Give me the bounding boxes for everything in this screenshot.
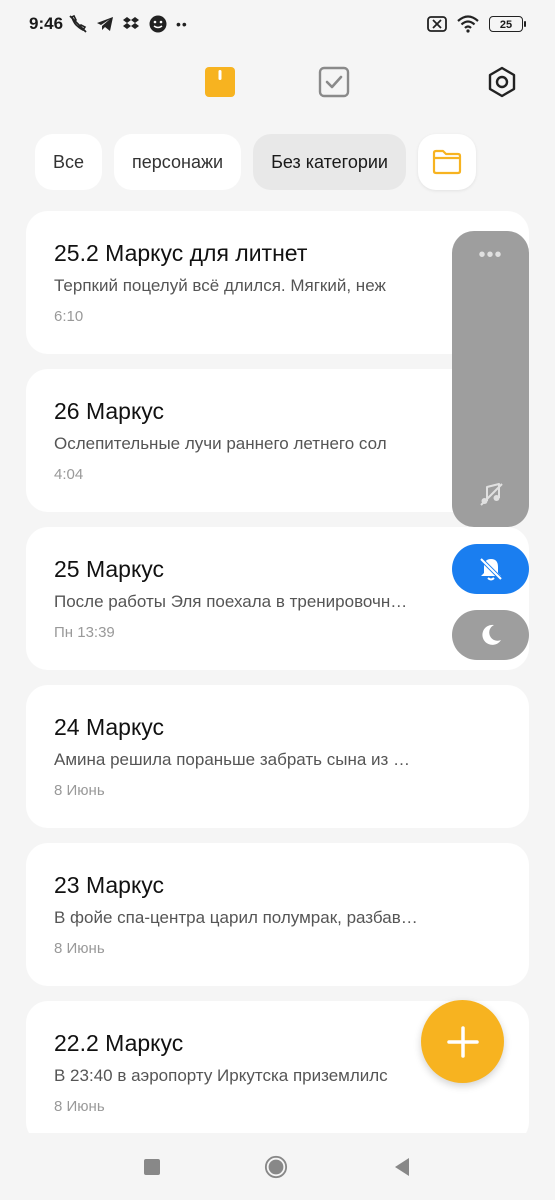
category-filters: Все персонажи Без категории bbox=[35, 134, 476, 190]
folder-button[interactable] bbox=[417, 134, 476, 190]
back-icon[interactable] bbox=[390, 1155, 414, 1179]
settings-gear-icon[interactable] bbox=[484, 64, 520, 100]
note-date: 8 Июнь bbox=[54, 940, 105, 957]
note-date: Пн 13:39 bbox=[54, 624, 115, 641]
status-time: 9:46 bbox=[29, 14, 64, 33]
notes-tab-icon[interactable] bbox=[202, 64, 238, 100]
plus-icon bbox=[446, 1025, 479, 1058]
chip-uncategorized-label: Без категории bbox=[271, 151, 388, 172]
moon-icon bbox=[481, 624, 501, 645]
wifi-icon bbox=[457, 15, 479, 33]
note-preview: В фойе спа-центра царил полумрак, разбав… bbox=[54, 908, 418, 927]
more-dots-icon: •• bbox=[176, 16, 188, 32]
note-preview: Амина решила пораньше забрать сына из … bbox=[54, 750, 411, 769]
sim-off-icon bbox=[427, 16, 447, 32]
chip-characters-label: персонажи bbox=[132, 151, 224, 172]
chip-all-label: Все bbox=[53, 151, 85, 172]
note-title: 24 Маркус bbox=[54, 714, 165, 740]
note-date: 4:04 bbox=[54, 466, 84, 483]
dropbox-icon bbox=[123, 17, 139, 29]
note-date: 6:10 bbox=[54, 308, 84, 325]
note-preview: Терпкий поцелуй всё длился. Мягкий, неж bbox=[54, 276, 386, 295]
top-nav bbox=[0, 56, 555, 106]
note-preview: После работы Эля поехала в тренировочн… bbox=[54, 592, 408, 611]
note-title: 25 Маркус bbox=[54, 556, 165, 582]
face-icon bbox=[149, 15, 167, 33]
silent-toggle-button[interactable] bbox=[452, 544, 529, 594]
note-title: 26 Маркус bbox=[54, 398, 165, 424]
status-right-icons: 25 bbox=[427, 12, 526, 36]
bell-off-icon bbox=[479, 557, 502, 581]
status-bar: 9:46 •• 25 bbox=[0, 0, 555, 48]
note-card[interactable]: 23 Маркус В фойе спа-центра царил полумр… bbox=[26, 843, 529, 986]
chip-all[interactable]: Все bbox=[35, 134, 103, 190]
folder-icon bbox=[432, 149, 462, 175]
panel-more-icon[interactable]: ••• bbox=[452, 245, 529, 265]
note-preview: Ослепительные лучи раннего летнего сол bbox=[54, 434, 387, 453]
note-card[interactable]: 25 Маркус После работы Эля поехала в тре… bbox=[26, 527, 529, 670]
telegram-icon bbox=[97, 17, 113, 31]
music-off-icon[interactable] bbox=[478, 481, 504, 507]
note-date: 8 Июнь bbox=[54, 782, 105, 799]
chip-uncategorized[interactable]: Без категории bbox=[253, 134, 406, 190]
tasks-tab-icon[interactable] bbox=[316, 64, 352, 100]
note-title: 23 Маркус bbox=[54, 872, 165, 898]
home-icon[interactable] bbox=[264, 1155, 288, 1179]
note-title: 25.2 Маркус для литнет bbox=[54, 240, 308, 266]
system-navigation-bar bbox=[0, 1133, 555, 1200]
floating-side-panel[interactable]: ••• bbox=[452, 231, 529, 527]
muted-call-icon bbox=[69, 14, 87, 33]
note-preview: В 23:40 в аэропорту Иркутска приземлилс bbox=[54, 1066, 388, 1085]
status-left-icons: •• bbox=[68, 12, 188, 36]
note-date: 8 Июнь bbox=[54, 1098, 105, 1115]
recent-apps-icon[interactable] bbox=[140, 1155, 164, 1179]
add-note-button[interactable] bbox=[421, 1000, 504, 1083]
chip-characters[interactable]: персонажи bbox=[114, 134, 242, 190]
battery-icon: 25 bbox=[489, 16, 526, 32]
note-card[interactable]: 24 Маркус Амина решила пораньше забрать … bbox=[26, 685, 529, 828]
do-not-disturb-button[interactable] bbox=[452, 610, 529, 660]
